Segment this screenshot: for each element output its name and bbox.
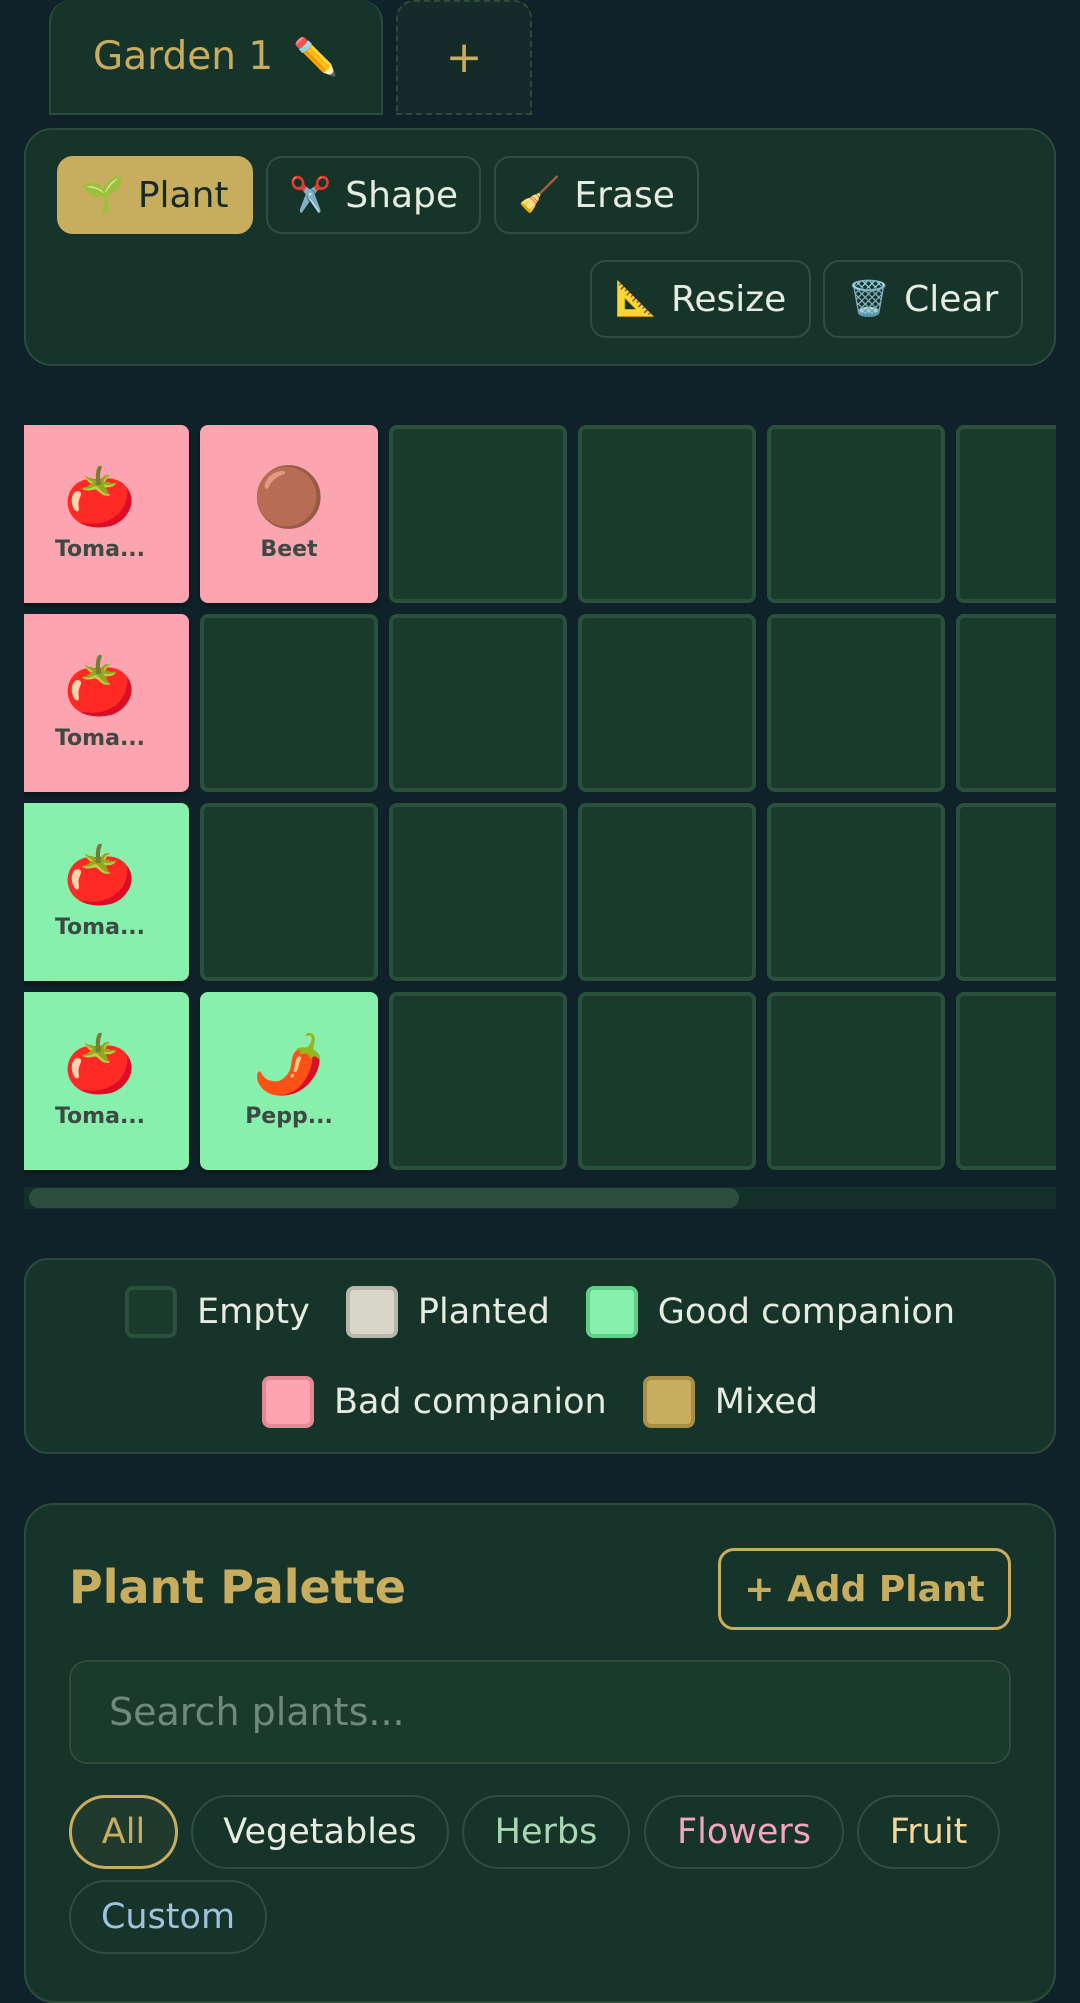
filter-chip-herbs[interactable]: Herbs (462, 1795, 630, 1869)
pencil-icon[interactable]: ✏️ (293, 36, 338, 78)
plant-emoji-icon: 🌶️ (252, 1030, 326, 1098)
grid-cell-empty[interactable] (578, 803, 756, 981)
grid-cell-empty[interactable] (767, 992, 945, 1170)
grid-cell-empty[interactable] (389, 803, 567, 981)
erase-tool-label: Erase (574, 174, 675, 216)
legend-good: Good companion (585, 1286, 956, 1338)
plant-emoji-icon: 🟤 (252, 463, 326, 531)
legend-planted: Planted (345, 1286, 550, 1338)
plant-label: Toma... (54, 726, 146, 751)
plant-label: Pepp... (245, 1104, 333, 1129)
plant-label: Beet (260, 537, 318, 562)
plant-emoji-icon: 🍅 (63, 463, 137, 531)
tab-garden-1[interactable]: Garden 1 ✏️ (49, 0, 383, 115)
filter-chip-fruit[interactable]: Fruit (857, 1795, 1000, 1869)
grid-scrollbar-thumb[interactable] (29, 1188, 739, 1208)
trash-icon: 🗑️ (847, 279, 891, 319)
legend-swatch-bad (261, 1376, 314, 1428)
legend-empty: Empty (124, 1286, 310, 1338)
plant-label: Toma... (54, 1104, 146, 1129)
legend-mixed: Mixed (642, 1376, 819, 1428)
legend-label: Bad companion (333, 1382, 607, 1422)
plant-label: Toma... (54, 915, 146, 940)
grid-cell-empty[interactable] (578, 992, 756, 1170)
grid-cell-empty[interactable] (578, 425, 756, 603)
plant-emoji-icon: 🍅 (63, 1030, 137, 1098)
plant-label: Toma... (54, 537, 146, 562)
scissors-icon: ✂️ (288, 175, 332, 215)
garden-grid[interactable]: 🍅 Toma... 🟤 Beet 🍅 Toma... 🍅 Toma... 🍅 Toma... 🌶️ P… (24, 417, 1056, 1207)
grid-cell-empty[interactable] (389, 992, 567, 1170)
filter-label: Custom (100, 1897, 236, 1937)
palette-title: Plant Palette (69, 1560, 406, 1614)
legend-label: Good companion (657, 1292, 956, 1332)
filter-label: All (101, 1812, 146, 1852)
plant-tool-label: Plant (137, 174, 229, 216)
plant-emoji-icon: 🍅 (63, 652, 137, 720)
filter-label: Fruit (889, 1812, 968, 1852)
filter-label: Vegetables (223, 1812, 417, 1852)
ruler-icon: 📐 (614, 279, 657, 319)
grid-cell-planted[interactable]: 🍅 Toma... (24, 614, 189, 792)
legend-label: Empty (196, 1292, 310, 1332)
legend-label: Mixed (714, 1382, 819, 1422)
grid-cell-empty[interactable] (389, 425, 567, 603)
resize-button[interactable]: 📐 Resize (590, 260, 811, 338)
filter-chip-custom[interactable]: Custom (69, 1880, 267, 1954)
grid-cell-empty[interactable] (956, 803, 1056, 981)
legend-swatch-empty (124, 1286, 177, 1338)
clear-label: Clear (904, 278, 999, 320)
clear-button[interactable]: 🗑️ Clear (823, 260, 1023, 338)
grid-cell-empty[interactable] (200, 614, 378, 792)
grid-cell-planted[interactable]: 🍅 Toma... (24, 803, 189, 981)
grid-cell-empty[interactable] (389, 614, 567, 792)
plant-tool-button[interactable]: 🌱 Plant (57, 156, 253, 234)
broom-icon: 🧹 (518, 175, 561, 215)
legend-panel: Empty Planted Good companion Bad compani… (24, 1258, 1056, 1454)
filter-label: Herbs (494, 1812, 598, 1852)
legend-bad: Bad companion (261, 1376, 607, 1428)
add-garden-tab-button[interactable]: + (396, 0, 532, 115)
search-input[interactable]: Search plants... (69, 1660, 1011, 1764)
erase-tool-button[interactable]: 🧹 Erase (494, 156, 699, 234)
grid-cell-empty[interactable] (767, 614, 945, 792)
legend-swatch-planted (345, 1286, 398, 1338)
grid-cell-planted[interactable]: 🍅 Toma... (24, 992, 189, 1170)
seedling-icon: 🌱 (81, 175, 124, 215)
shape-tool-label: Shape (345, 174, 459, 216)
tab-label: Garden 1 (93, 34, 274, 79)
grid-cell-empty[interactable] (200, 803, 378, 981)
resize-label: Resize (670, 278, 787, 320)
add-plant-button[interactable]: + Add Plant (718, 1548, 1011, 1630)
legend-swatch-good (585, 1286, 638, 1338)
legend-label: Planted (417, 1292, 550, 1332)
shape-tool-button[interactable]: ✂️ Shape (266, 156, 481, 234)
grid-cell-empty[interactable] (767, 803, 945, 981)
plant-emoji-icon: 🍅 (63, 841, 137, 909)
grid-cell-empty[interactable] (578, 614, 756, 792)
legend-swatch-mixed (642, 1376, 695, 1428)
grid-cell-empty[interactable] (956, 992, 1056, 1170)
filter-chip-all[interactable]: All (69, 1795, 178, 1869)
grid-cell-empty[interactable] (956, 425, 1056, 603)
grid-cell-empty[interactable] (767, 425, 945, 603)
grid-cell-planted[interactable]: 🌶️ Pepp... (200, 992, 378, 1170)
grid-cell-planted[interactable]: 🟤 Beet (200, 425, 378, 603)
filter-chip-flowers[interactable]: Flowers (644, 1795, 844, 1869)
grid-cell-planted[interactable]: 🍅 Toma... (24, 425, 189, 603)
grid-cell-empty[interactable] (956, 614, 1056, 792)
filter-chip-vegetables[interactable]: Vegetables (191, 1795, 449, 1869)
filter-label: Flowers (676, 1812, 812, 1852)
